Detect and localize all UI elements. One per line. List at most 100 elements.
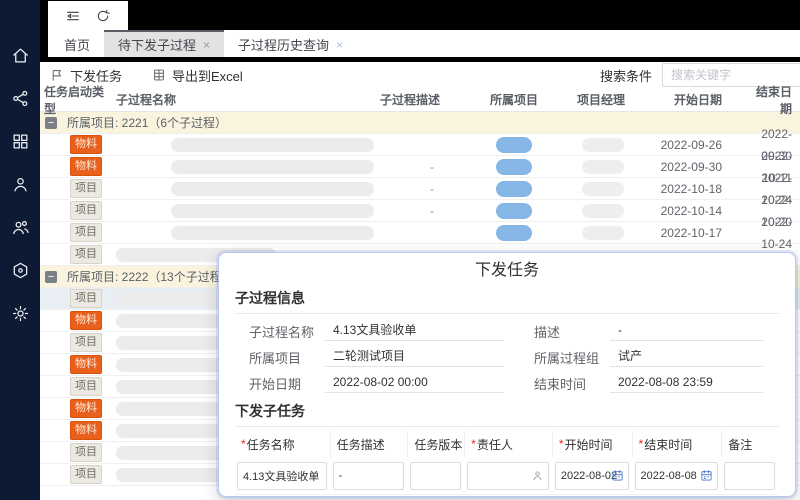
sidebar [0, 0, 40, 500]
manager-cell [572, 156, 658, 177]
redacted-name-pill [171, 203, 374, 218]
column-header: 开始日期 [673, 93, 722, 107]
tab-pending-subprocess[interactable]: 待下发子过程 × [104, 30, 225, 57]
field-label: 开始日期 [249, 376, 302, 392]
gear-icon[interactable] [11, 304, 30, 323]
table-row[interactable]: 项目 -2022-10-14 2022-10-20 [40, 193, 800, 229]
close-icon[interactable]: × [203, 39, 210, 51]
remark-input[interactable] [724, 461, 775, 490]
table-row[interactable]: 物料 2022-09-26 2022-09-30 [40, 127, 800, 163]
issue-task-modal: 下发任务 子过程信息 子过程名称 4.13文具验收单 描述 - 所属项目 二轮测试项目 所属… [218, 252, 796, 497]
task-type-badge: 项目 [70, 289, 102, 308]
field-label: 子过程名称 [249, 324, 315, 340]
task-type-badge: 项目 [70, 245, 102, 264]
subtask-row: 4.13文具验收单 - 2022-08-02 2022-08-08 [235, 457, 779, 495]
task-desc-input[interactable]: - [332, 461, 405, 490]
redacted-manager-pill [582, 137, 624, 152]
subtask-column-header: * 责任人 [465, 431, 553, 457]
calendar-icon[interactable] [700, 469, 713, 482]
redacted-project-pill [496, 158, 532, 175]
tab-subprocess-history[interactable]: 子过程历史查询 × [224, 30, 357, 57]
home-icon[interactable] [11, 46, 30, 65]
table-row[interactable]: 项目 -2022-10-18 2022-10-24 [40, 171, 800, 207]
start-date-cell: 2022-10-14 [660, 203, 722, 218]
tab-home[interactable]: 首页 [50, 30, 104, 57]
form-field: 结束时间 2022-08-08 23:59 [520, 370, 779, 396]
redacted-project-pill [496, 180, 532, 197]
column-header: 结束日期 [755, 84, 792, 116]
redacted-project-pill [496, 224, 532, 241]
subprocess-desc-cell: - [374, 178, 484, 199]
task-type-cell: 项目 [40, 464, 112, 485]
task-version-input[interactable] [410, 461, 462, 490]
input-value: 2022-08-02 [560, 469, 618, 482]
redacted-manager-pill [582, 203, 624, 218]
group-label: 所属项目: 2221（6个子过程） [67, 116, 228, 130]
owner-input[interactable] [467, 461, 549, 490]
issue-subtask-section-title: 下发子任务 [235, 398, 779, 427]
group-row[interactable]: − 所属项目: 2221（6个子过程） [40, 112, 800, 134]
task-type-cell: 物料 [40, 156, 112, 177]
collapse-minus-icon[interactable]: − [45, 116, 57, 129]
field-value[interactable]: 试产 [610, 347, 763, 367]
manager-cell [572, 200, 658, 221]
required-asterisk: * [241, 437, 246, 451]
field-value[interactable]: 2022-08-08 23:59 [610, 373, 763, 393]
field-value[interactable]: 二轮测试项目 [325, 347, 504, 367]
menu-fold-icon[interactable] [65, 8, 81, 24]
desc-text: - [430, 203, 434, 218]
close-icon[interactable]: × [336, 39, 343, 51]
share-icon[interactable] [11, 89, 30, 108]
task-type-cell: 项目 [40, 244, 112, 265]
subtask-cell: - [331, 457, 409, 494]
field-value[interactable]: 4.13文具验收单 [325, 321, 504, 341]
task-type-cell: 项目 [40, 222, 112, 243]
column-header: 所属项目 [490, 93, 539, 107]
task-type-badge: 项目 [70, 377, 102, 396]
subtask-column-header: * 结束时间 [633, 431, 723, 457]
user-icon[interactable] [11, 175, 30, 194]
export-excel-label: 导出到Excel [172, 68, 243, 84]
task-type-cell: 项目 [40, 332, 112, 353]
subprocess-desc-cell: - [374, 200, 484, 221]
table-row[interactable]: 物料 -2022-09-30 2022-10-11 [40, 149, 800, 185]
subprocess-desc-cell [374, 134, 484, 155]
subtask-column-label: 责任人 [476, 437, 513, 452]
person-icon[interactable] [531, 469, 544, 482]
task-name-input[interactable]: 4.13文具验收单 [237, 461, 327, 490]
input-value: 4.13文具验收单 [243, 470, 320, 483]
subtask-cell: 2022-08-02 [553, 457, 633, 494]
task-type-badge: 项目 [70, 223, 102, 242]
redacted-name-pill [171, 225, 374, 240]
subprocess-desc-cell [374, 222, 484, 243]
table-header: 任务启动类型 子过程名称 子过程描述 所属项目 项目经理 开始日期 结束日期 [40, 85, 800, 116]
calendar-icon[interactable] [611, 469, 624, 482]
end-time-input[interactable]: 2022-08-08 [634, 461, 719, 490]
hexagon-target-icon[interactable] [11, 261, 30, 280]
users-icon[interactable] [11, 218, 30, 237]
refresh-icon[interactable] [95, 8, 111, 24]
required-asterisk: * [471, 437, 476, 451]
apps-grid-icon[interactable] [11, 132, 30, 151]
form-field: 所属过程组 试产 [520, 344, 779, 370]
field-value[interactable]: - [610, 321, 763, 341]
search-label: 搜索条件 [599, 68, 652, 84]
form-field: 描述 - [520, 318, 779, 344]
subtask-column-header: 备注 [722, 431, 779, 457]
tab-bar: 首页 待下发子过程 × 子过程历史查询 × [48, 30, 800, 57]
column-header: 子过程描述 [380, 93, 441, 107]
collapse-minus-icon[interactable]: − [45, 270, 57, 283]
subtask-column-label: 任务版本 [414, 437, 463, 452]
end-date-cell: 2022-10-24 [761, 214, 792, 251]
field-value[interactable]: 2022-08-02 00:00 [325, 373, 504, 393]
column-header: 项目经理 [577, 93, 626, 107]
modal-title: 下发任务 [474, 262, 539, 279]
start-date-cell: 2022-10-17 [660, 225, 722, 240]
export-excel-button[interactable]: 导出到Excel [152, 66, 243, 85]
start-time-input[interactable]: 2022-08-02 [554, 461, 629, 490]
subtask-column-label: 任务名称 [246, 437, 295, 452]
manager-cell [572, 222, 658, 243]
form-field: 子过程名称 4.13文具验收单 [235, 318, 520, 344]
task-type-cell: 项目 [40, 200, 112, 221]
table-row[interactable]: 项目 2022-10-17 2022-10-24 [40, 215, 800, 251]
